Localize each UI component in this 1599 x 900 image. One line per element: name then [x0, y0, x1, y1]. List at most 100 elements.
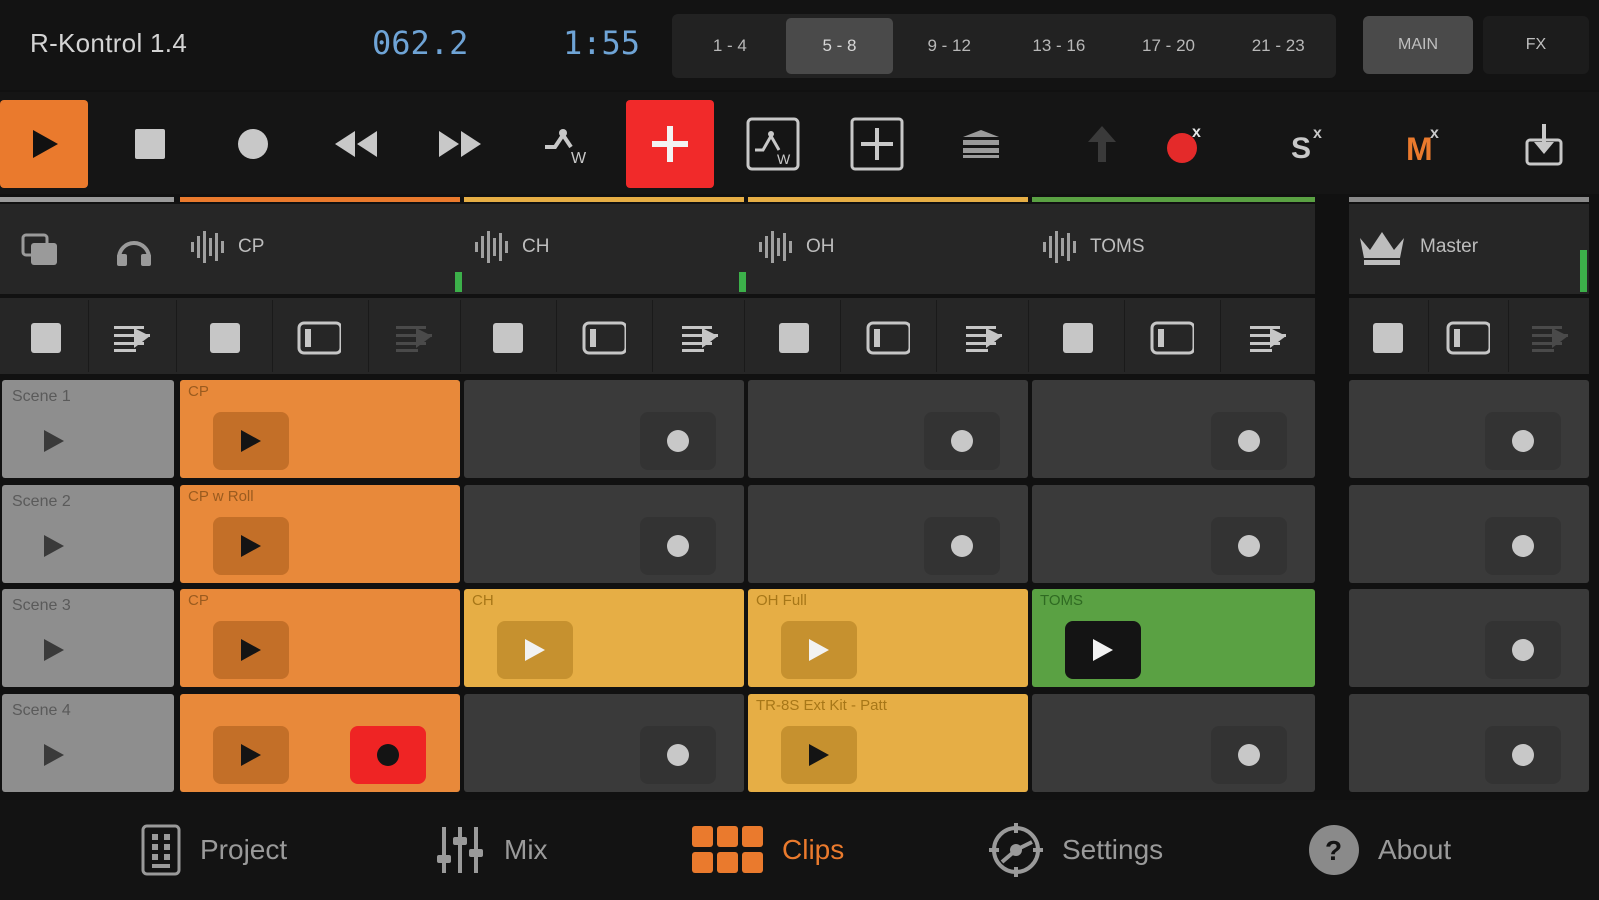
clip-record-button[interactable]	[1485, 726, 1561, 784]
scene-launch-4[interactable]: Scene 4	[2, 694, 174, 792]
main-view-button[interactable]: MAIN	[1363, 16, 1473, 74]
lines-arrow-icon	[114, 326, 150, 352]
fx-view-button[interactable]: FX	[1483, 16, 1589, 74]
stop-button[interactable]	[106, 100, 194, 188]
clear-mute-button[interactable]: Mx	[1382, 100, 1470, 188]
track-stop-button-ch[interactable]	[486, 316, 530, 360]
nav-clips[interactable]: Clips	[692, 820, 844, 880]
track-stop-button-cp[interactable]	[203, 316, 247, 360]
track-arm-button-ch[interactable]	[678, 316, 722, 360]
clip-slot[interactable]	[1032, 694, 1315, 792]
bank-button-21-23[interactable]: 21 - 23	[1224, 18, 1332, 74]
track-view-button-oh[interactable]	[866, 316, 910, 360]
clip-slot[interactable]: CP	[180, 380, 460, 478]
duplicate-button[interactable]	[18, 228, 62, 272]
clip-play-button[interactable]	[213, 517, 289, 575]
clip-slot[interactable]: TOMS	[1032, 589, 1315, 687]
track-name-oh[interactable]: OH	[806, 236, 835, 258]
clip-slot[interactable]: CH	[464, 589, 744, 687]
play-icon	[241, 639, 261, 661]
track-view-button-toms[interactable]	[1150, 316, 1194, 360]
rewind-button[interactable]	[312, 100, 400, 188]
stack-button[interactable]	[937, 100, 1025, 188]
write-automation-button[interactable]: W	[520, 100, 608, 188]
bank-button-9-12[interactable]: 9 - 12	[895, 18, 1003, 74]
master-clip-slot[interactable]	[1349, 380, 1589, 478]
clip-record-button[interactable]	[1211, 412, 1287, 470]
track-stop-button-oh[interactable]	[772, 316, 816, 360]
add-clip-button[interactable]	[626, 100, 714, 188]
track-name-ch[interactable]: CH	[522, 236, 549, 258]
master-clip-slot[interactable]	[1349, 694, 1589, 792]
clip-play-button[interactable]	[213, 412, 289, 470]
clip-record-button[interactable]	[1485, 517, 1561, 575]
clip-record-button[interactable]	[640, 726, 716, 784]
track-view-button-cp[interactable]	[297, 316, 341, 360]
clip-play-button[interactable]	[781, 621, 857, 679]
clip-record-button[interactable]	[350, 726, 426, 784]
clip-record-button[interactable]	[640, 412, 716, 470]
clip-slot[interactable]	[464, 380, 744, 478]
scene-launch-1[interactable]: Scene 1	[2, 380, 174, 478]
clip-slot[interactable]	[464, 694, 744, 792]
export-button[interactable]	[1500, 100, 1588, 188]
up-arrow-button[interactable]	[1058, 100, 1146, 188]
bank-button-5-8[interactable]: 5 - 8	[785, 18, 894, 74]
master-name[interactable]: Master	[1420, 236, 1478, 258]
nav-about[interactable]: ? About	[1308, 820, 1451, 880]
track-name-toms[interactable]: TOMS	[1090, 236, 1145, 258]
clip-play-button[interactable]	[781, 726, 857, 784]
track-arm-button-toms[interactable]	[1246, 316, 1290, 360]
track-arm-button-oh[interactable]	[962, 316, 1006, 360]
clip-slot[interactable]: CP w Roll	[180, 485, 460, 583]
clip-record-button[interactable]	[1485, 412, 1561, 470]
master-stop-button[interactable]	[1366, 316, 1410, 360]
clip-slot[interactable]	[180, 694, 460, 792]
scene-launch-3[interactable]: Scene 3	[2, 589, 174, 687]
track-arm-button-cp[interactable]	[392, 316, 436, 360]
fast-forward-button[interactable]	[416, 100, 504, 188]
clip-slot[interactable]: CP	[180, 589, 460, 687]
clip-slot[interactable]	[1032, 485, 1315, 583]
track-name-cp[interactable]: CP	[238, 236, 264, 258]
clip-slot[interactable]: OH Full	[748, 589, 1028, 687]
master-view-button[interactable]	[1446, 316, 1490, 360]
master-arm-button[interactable]	[1528, 316, 1572, 360]
clip-play-button[interactable]	[213, 726, 289, 784]
nav-mix[interactable]: Mix	[436, 820, 548, 880]
clip-record-button[interactable]	[1485, 621, 1561, 679]
clip-slot[interactable]	[748, 485, 1028, 583]
track-stop-button-toms[interactable]	[1056, 316, 1100, 360]
clip-record-button[interactable]	[1211, 726, 1287, 784]
nav-project[interactable]: Project	[140, 820, 287, 880]
clip-slot[interactable]	[1032, 380, 1315, 478]
clip-record-button[interactable]	[924, 517, 1000, 575]
waveform-icon	[191, 231, 224, 263]
clip-slot[interactable]	[464, 485, 744, 583]
clip-record-button[interactable]	[1211, 517, 1287, 575]
bank-button-13-16[interactable]: 13 - 16	[1005, 18, 1113, 74]
record-button[interactable]	[209, 100, 297, 188]
clip-play-button[interactable]	[1065, 621, 1141, 679]
nav-settings[interactable]: Settings	[988, 820, 1163, 880]
clip-slot[interactable]	[748, 380, 1028, 478]
clear-solo-button[interactable]: Sx	[1265, 100, 1353, 188]
clip-slot[interactable]: TR-8S Ext Kit - Patt	[748, 694, 1028, 792]
scene-launch-2[interactable]: Scene 2	[2, 485, 174, 583]
bank-button-17-20[interactable]: 17 - 20	[1115, 18, 1223, 74]
master-clip-slot[interactable]	[1349, 485, 1589, 583]
headphones-button[interactable]	[112, 228, 156, 272]
play-button[interactable]	[0, 100, 88, 188]
stop-all-button[interactable]	[24, 316, 68, 360]
clip-record-button[interactable]	[640, 517, 716, 575]
clear-record-button[interactable]: x	[1142, 100, 1230, 188]
track-view-button-ch[interactable]	[582, 316, 626, 360]
clip-play-button[interactable]	[213, 621, 289, 679]
clip-record-button[interactable]	[924, 412, 1000, 470]
master-clip-slot[interactable]	[1349, 589, 1589, 687]
add-track-button[interactable]	[833, 100, 921, 188]
bank-button-1-4[interactable]: 1 - 4	[676, 18, 784, 74]
automation-lane-button[interactable]: W	[729, 100, 817, 188]
follow-button[interactable]	[110, 316, 154, 360]
clip-play-button[interactable]	[497, 621, 573, 679]
